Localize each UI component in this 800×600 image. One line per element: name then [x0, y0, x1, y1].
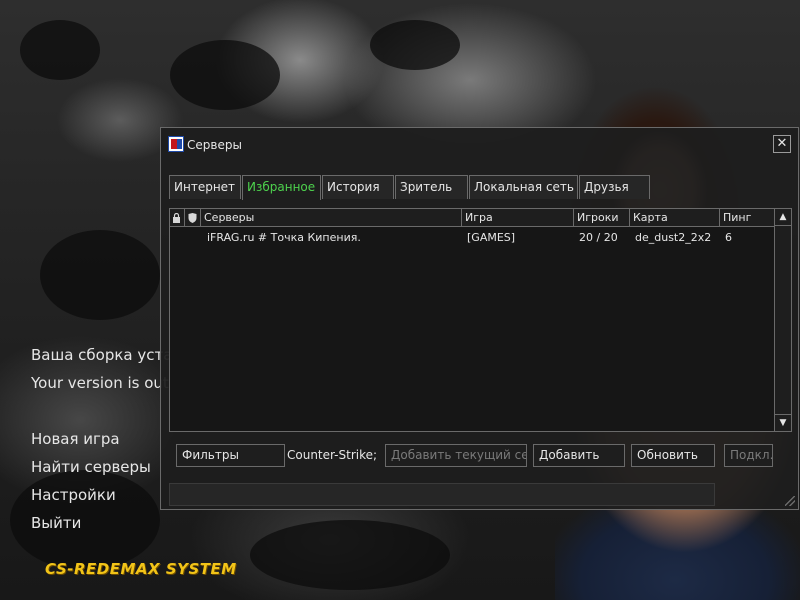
ink-splatter	[170, 40, 280, 110]
column-lock[interactable]	[170, 209, 185, 227]
menu-find-servers[interactable]: Найти серверы	[31, 458, 151, 486]
ink-splatter	[250, 520, 450, 590]
refresh-button[interactable]: Обновить	[631, 444, 715, 467]
tab-internet[interactable]: Интернет	[169, 175, 241, 199]
scroll-up-arrow-icon[interactable]: ▲	[775, 209, 791, 226]
column-shield[interactable]	[185, 209, 201, 227]
ink-splatter	[370, 20, 460, 70]
column-servers[interactable]: Серверы	[201, 209, 462, 227]
counter-strike-icon	[168, 136, 184, 152]
column-ping[interactable]: Пинг	[720, 209, 775, 227]
menu-settings[interactable]: Настройки	[31, 486, 151, 514]
ink-splatter	[40, 230, 160, 320]
server-name: iFRAG.ru # Точка Кипения.	[207, 231, 361, 244]
tab-spectate[interactable]: Зритель	[395, 175, 468, 199]
server-game: [GAMES]	[467, 231, 516, 244]
server-list[interactable]: Серверы Игра Игроки Карта Пинг iFRAG.ru …	[169, 208, 792, 432]
resize-grip-icon[interactable]	[785, 496, 795, 506]
menu-quit[interactable]: Выйти	[31, 514, 151, 542]
column-players[interactable]: Игроки	[574, 209, 630, 227]
tab-history[interactable]: История	[322, 175, 394, 199]
vertical-scrollbar[interactable]: ▲ ▼	[774, 209, 791, 431]
lock-icon	[173, 212, 180, 223]
main-menu: Новая игра Найти серверы Настройки Выйти	[31, 430, 151, 542]
column-game[interactable]: Игра	[462, 209, 574, 227]
server-map: de_dust2_2x2	[635, 231, 712, 244]
tab-lan[interactable]: Локальная сеть	[469, 175, 578, 199]
game-filter-label: Counter-Strike;	[287, 448, 378, 462]
tab-friends[interactable]: Друзья	[579, 175, 650, 199]
scroll-down-arrow-icon[interactable]: ▼	[775, 414, 791, 431]
table-row[interactable]: iFRAG.ru # Точка Кипения. [GAMES] 20 / 2…	[170, 229, 775, 247]
server-browser-window: Серверы ✕ Интернет Избранное История Зри…	[160, 127, 799, 510]
connect-button[interactable]: Подкл.	[724, 444, 773, 467]
add-server-button[interactable]: Добавить	[533, 444, 625, 467]
server-ping: 6	[725, 231, 732, 244]
tab-favorites[interactable]: Избранное	[242, 175, 321, 200]
game-logo: CS-REDEMAX SYSTEM	[45, 560, 237, 578]
column-map[interactable]: Карта	[630, 209, 720, 227]
filters-button[interactable]: Фильтры	[176, 444, 285, 467]
window-title: Серверы	[187, 138, 242, 152]
server-players: 20 / 20	[579, 231, 618, 244]
ink-splatter	[20, 20, 100, 80]
close-button[interactable]: ✕	[773, 135, 791, 153]
menu-new-game[interactable]: Новая игра	[31, 430, 151, 458]
shield-icon	[188, 213, 197, 223]
status-bar	[169, 483, 715, 506]
add-current-server-button[interactable]: Добавить текущий сер	[385, 444, 527, 467]
